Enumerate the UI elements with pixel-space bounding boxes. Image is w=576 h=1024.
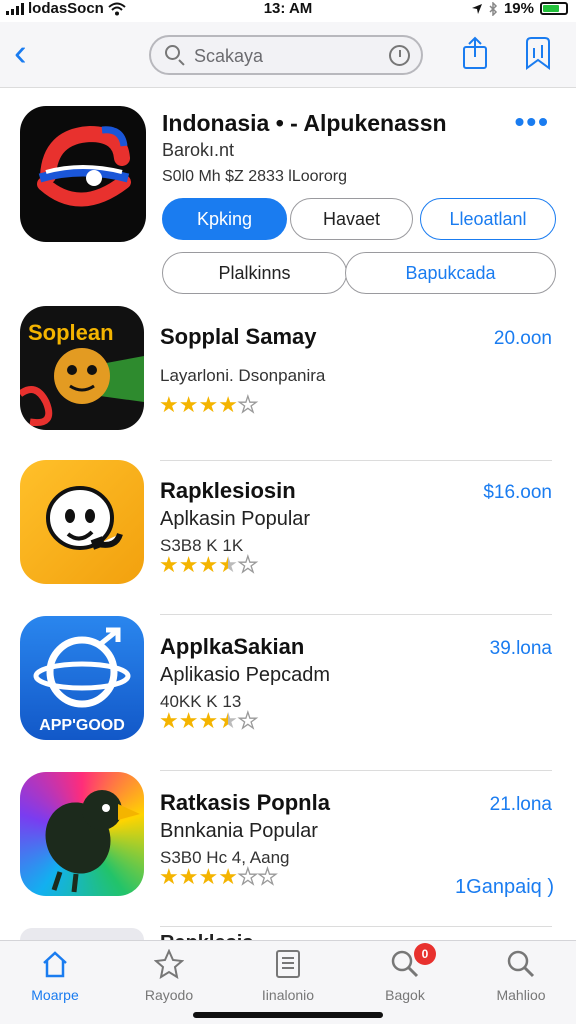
featured-subtitle: Barokı.nt xyxy=(162,140,235,160)
get-app-button[interactable]: 1Ganpaiq ) xyxy=(455,876,554,899)
star-icon xyxy=(154,949,184,979)
tab-label: Iinalonio xyxy=(261,987,315,1003)
app-price[interactable]: $16.oon xyxy=(483,482,552,504)
notification-badge: 0 xyxy=(414,943,436,965)
globe-arrow-icon[interactable]: APP'GOOD xyxy=(20,616,144,740)
app-description: Layarloni. Dsonpanira xyxy=(160,366,326,385)
navigation-bar: ‹ Scakaya xyxy=(0,22,576,88)
tab-label: Moarpe xyxy=(31,987,79,1003)
rating-stars: ★★★★★ xyxy=(159,391,258,418)
featured-app: Indonasia • - Alpukenassn ••• Barokı.nt … xyxy=(0,102,576,302)
star-rating-icon: ★★★★★ xyxy=(159,391,258,417)
search-text: Scakaya xyxy=(194,46,264,66)
app-category: Aplkasin Popular xyxy=(160,508,311,530)
app-row[interactable]: APP'GOOD ApplkaSakian 39.lona Aplikasio … xyxy=(0,616,576,771)
secondary-action-button[interactable]: Havaet xyxy=(290,198,413,240)
search-input[interactable]: Scakaya xyxy=(149,35,423,75)
home-icon xyxy=(43,951,67,978)
row-divider xyxy=(160,926,552,927)
row-divider xyxy=(160,770,552,771)
list-icon xyxy=(276,950,300,978)
star-rating-icon: ★★★★★★ xyxy=(159,863,278,889)
share-icon[interactable] xyxy=(462,36,488,70)
rating-stars: ★★★★★ xyxy=(159,551,258,578)
app-row[interactable]: Soplean Sopplal Samay 20.oon Layarloni. … xyxy=(0,306,576,461)
tab-info[interactable]: Iinalonio xyxy=(233,949,343,1003)
tab-rated[interactable]: Rayodo xyxy=(114,949,224,1003)
segment-left[interactable]: Plalkinns xyxy=(162,252,347,294)
star-rating-icon: ★★★★★ xyxy=(159,707,258,733)
tertiary-action-button[interactable]: Lleoatlanl xyxy=(420,198,556,240)
battery-percent: 19% xyxy=(503,0,534,17)
app-name: ApplkaSakian xyxy=(160,634,305,659)
bluetooth-icon xyxy=(489,1,498,16)
tab-label: Mahlioo xyxy=(496,987,546,1003)
magnifier-icon xyxy=(165,45,180,60)
status-bar: lodasSocn 13: AM 19% xyxy=(0,0,576,22)
rating-stars: ★★★★★ xyxy=(159,707,258,734)
tab-label: Bagok xyxy=(385,987,425,1003)
app-price[interactable]: 20.oon xyxy=(494,328,552,350)
app-price[interactable]: 21.lona xyxy=(490,794,552,816)
app-row[interactable]: Ratkasis Popnla 21.lona Bnnkania Popular… xyxy=(0,772,576,927)
featured-app-logo-icon[interactable] xyxy=(20,106,146,242)
star-rating-icon: ★★★★★ xyxy=(159,551,258,577)
app-icon-text: Soplean xyxy=(28,320,114,345)
search-icon xyxy=(507,950,535,978)
app-name: Ratkasis Popnla xyxy=(160,790,330,815)
featured-title: Indonasia • - Alpukenassn xyxy=(162,110,447,136)
back-chevron-icon[interactable]: ‹ xyxy=(14,34,27,72)
bookmark-icon[interactable] xyxy=(524,36,552,70)
tab-badge[interactable]: 0 Bagok xyxy=(350,943,460,1003)
app-price[interactable]: 39.lona xyxy=(490,638,552,660)
ghost-face-icon[interactable] xyxy=(20,460,144,584)
row-divider xyxy=(160,614,552,615)
crow-bird-icon[interactable] xyxy=(20,772,144,896)
location-icon xyxy=(471,3,482,14)
battery-icon xyxy=(540,2,568,15)
segment-right[interactable]: Bapukcada xyxy=(345,252,556,294)
app-category: Bnnkania Popular xyxy=(160,820,318,842)
app-row[interactable]: Rapklesiosin $16.oon Aplkasin Popular S3… xyxy=(0,460,576,615)
cartoon-character-icon[interactable]: Soplean xyxy=(20,306,144,430)
status-right: 19% xyxy=(471,0,568,17)
history-clock-icon[interactable] xyxy=(389,45,410,66)
featured-meta: S0l0 Mh $Z 2833 lLoororg xyxy=(162,168,347,185)
app-name: Sopplal Samay xyxy=(160,324,317,349)
tab-search[interactable]: Mahlioo xyxy=(466,949,576,1003)
home-indicator xyxy=(193,1012,383,1018)
primary-action-button[interactable]: Kpking xyxy=(162,198,287,240)
more-options-icon[interactable]: ••• xyxy=(515,108,550,136)
tab-label: Rayodo xyxy=(144,987,194,1003)
app-name: Rapklesiosin xyxy=(160,478,296,503)
tab-home[interactable]: Moarpe xyxy=(0,949,110,1003)
app-icon-text: APP'GOOD xyxy=(39,717,125,734)
rating-stars: ★★★★★★ xyxy=(159,863,278,890)
app-category: Aplikasio Pepcadm xyxy=(160,664,331,686)
